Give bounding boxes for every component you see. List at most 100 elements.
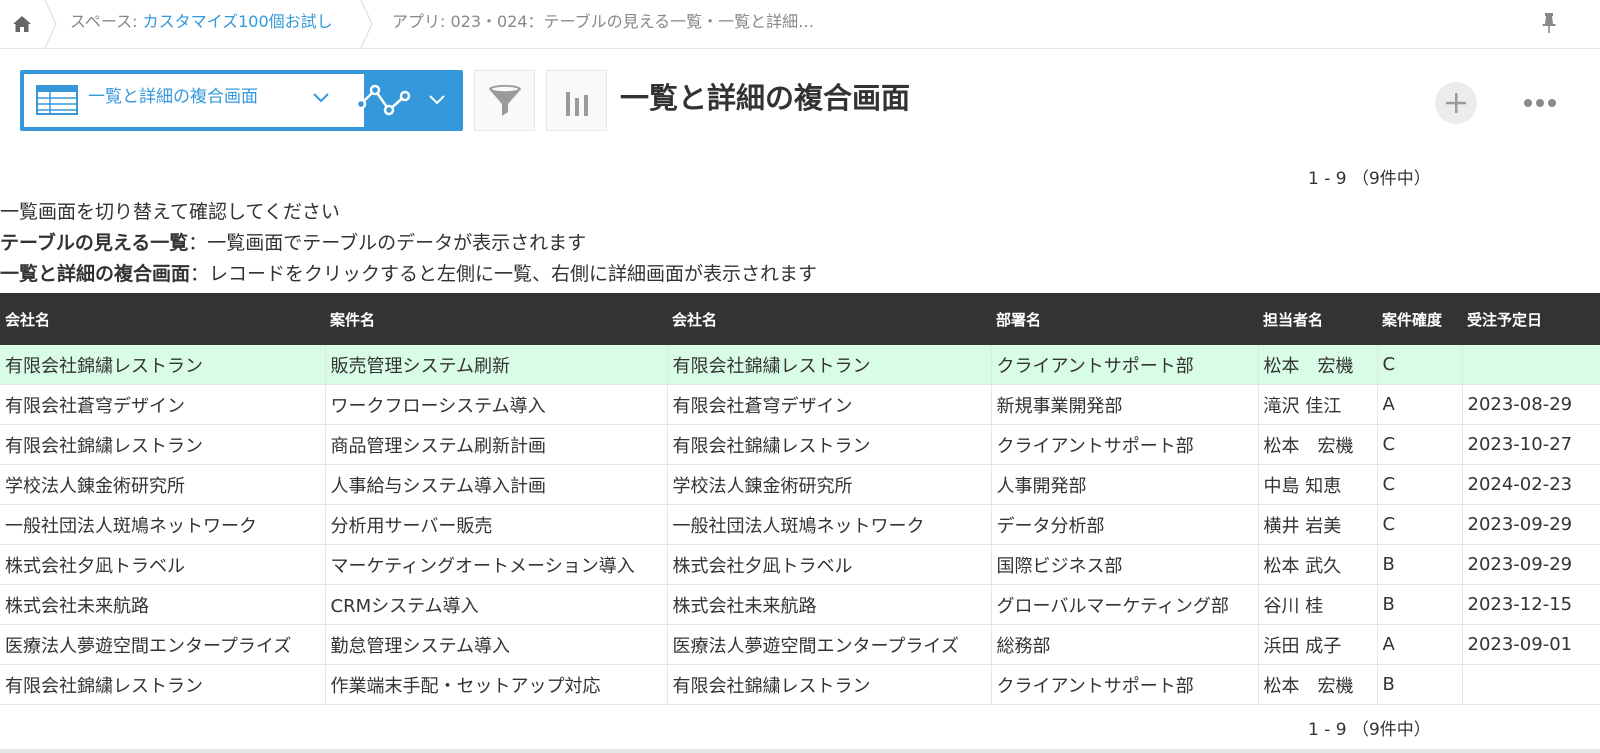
table-cell: 横井 岩美 [1258,504,1378,545]
table-cell: B [1377,664,1463,705]
table-row[interactable]: 一般社団法人斑鳩ネットワーク 分析用サーバー販売 一般社団法人斑鳩ネットワーク … [0,504,1600,545]
filter-button[interactable] [474,70,535,131]
breadcrumb-separator [360,0,373,48]
column-header-certainty[interactable]: 案件確度 [1377,293,1462,345]
more-icon [1524,99,1556,107]
table-row[interactable]: 有限会社錦繍レストラン 販売管理システム刷新 有限会社錦繍レストラン クライアン… [0,345,1600,385]
table-cell: ワークフローシステム導入 [325,384,668,425]
table-cell: 株式会社夕凪トラベル [0,544,326,585]
table-cell: 松本 宏機 [1258,664,1378,705]
table-cell: 有限会社錦繍レストラン [667,345,992,385]
table-view-icon [36,85,78,115]
table-cell: 有限会社錦繍レストラン [0,424,326,465]
column-header-order-date[interactable]: 受注予定日 [1462,293,1600,345]
table-cell: 総務部 [991,624,1259,665]
table-cell: グローバルマーケティング部 [991,584,1259,625]
page-title: 一覧と詳細の複合画面 [620,81,911,115]
table-cell: 松本 宏機 [1258,424,1378,465]
breadcrumb-separator [44,0,57,48]
table-cell: 有限会社錦繍レストラン [0,345,326,385]
table-cell: 人事開発部 [991,464,1259,505]
table-cell: 一般社団法人斑鳩ネットワーク [667,504,992,545]
table-cell [1462,345,1600,385]
pager-total: （9件中） [1351,169,1431,189]
breadcrumb-space-link[interactable]: カスタマイズ100個お試し [143,12,333,31]
chevron-down-icon[interactable] [428,94,446,106]
table-cell: C [1377,345,1463,385]
table-cell: 松本 武久 [1258,544,1378,585]
graph-icon[interactable] [355,84,411,116]
description-text: ：一覧画面でテーブルのデータが表示されます [188,232,587,254]
table-cell: 2023-12-15 [1462,584,1600,625]
table-cell: B [1377,544,1463,585]
table-cell: クライアントサポート部 [991,664,1259,705]
table-row[interactable]: 学校法人錬金術研究所 人事給与システム導入計画 学校法人錬金術研究所 人事開発部… [0,464,1600,505]
table-row[interactable]: 株式会社夕凪トラベル マーケティングオートメーション導入 株式会社夕凪トラベル … [0,544,1600,585]
table-cell: 2023-09-29 [1462,544,1600,585]
table-cell: 一般社団法人斑鳩ネットワーク [0,504,326,545]
pin-icon [1542,13,1556,33]
table-cell: 株式会社未来航路 [0,584,326,625]
table-row[interactable]: 有限会社錦繍レストラン 商品管理システム刷新計画 有限会社錦繍レストラン クライ… [0,424,1600,465]
table-row[interactable]: 医療法人夢遊空間エンタープライズ 勤怠管理システム導入 医療法人夢遊空間エンター… [0,624,1600,665]
table-cell: クライアントサポート部 [991,345,1259,385]
pager-range: 1 - 9 [1308,169,1347,189]
table-cell: 有限会社蒼穹デザイン [0,384,326,425]
table-cell: 2023-09-29 [1462,504,1600,545]
home-icon [13,16,31,32]
table-cell: C [1377,504,1463,545]
add-record-button[interactable] [1435,82,1477,124]
table-cell: 医療法人夢遊空間エンタープライズ [0,624,326,665]
home-button[interactable] [0,0,44,48]
table-cell: 2023-10-27 [1462,424,1600,465]
breadcrumb: スペース: カスタマイズ100個お試し アプリ: 023・024：テーブルの見え… [0,0,1600,49]
pager-total: （9件中） [1351,720,1431,740]
column-header-project[interactable]: 案件名 [325,293,667,345]
table-cell: 有限会社錦繍レストラン [667,664,992,705]
chart-icon [565,91,588,116]
table-cell: 学校法人錬金術研究所 [0,464,326,505]
table-cell: A [1377,384,1463,425]
breadcrumb-space[interactable]: スペース: カスタマイズ100個お試し [70,0,333,48]
table-row[interactable]: 株式会社未来航路 CRMシステム導入 株式会社未来航路 グローバルマーケティング… [0,584,1600,625]
table-cell: 2024-02-23 [1462,464,1600,505]
table-cell: クライアントサポート部 [991,424,1259,465]
plus-icon [1446,93,1466,113]
column-header-person[interactable]: 担当者名 [1258,293,1377,345]
column-header-department[interactable]: 部署名 [991,293,1258,345]
view-selector: 一覧と詳細の複合画面 [20,70,463,131]
table-cell: マーケティングオートメーション導入 [325,544,668,585]
description-term: 一覧と詳細の複合画面 [0,263,191,285]
table-cell: 商品管理システム刷新計画 [325,424,668,465]
column-header-company[interactable]: 会社名 [0,293,325,345]
filter-icon [488,84,521,116]
table-cell: データ分析部 [991,504,1259,545]
more-options-button[interactable] [1518,88,1562,118]
table-header-row: 会社名 案件名 会社名 部署名 担当者名 案件確度 受注予定日 [0,293,1600,345]
table-row[interactable]: 有限会社錦繍レストラン 作業端末手配・セットアップ対応 有限会社錦繍レストラン … [0,664,1600,705]
table-cell: 国際ビジネス部 [991,544,1259,585]
table-cell: C [1377,464,1463,505]
table-cell: 谷川 桂 [1258,584,1378,625]
table-row[interactable]: 有限会社蒼穹デザイン ワークフローシステム導入 有限会社蒼穹デザイン 新規事業開… [0,384,1600,425]
graph-button[interactable] [546,70,607,131]
table-cell: 有限会社錦繍レストラン [0,664,326,705]
breadcrumb-space-prefix: スペース: [70,12,143,31]
record-list-table: 会社名 案件名 会社名 部署名 担当者名 案件確度 受注予定日 有限会社錦繍レス… [0,293,1600,705]
table-cell: 医療法人夢遊空間エンタープライズ [667,624,992,665]
table-cell: 勤怠管理システム導入 [325,624,668,665]
description-term: テーブルの見える一覧 [0,232,189,254]
description-line-3: 一覧と詳細の複合画面：レコードをクリックすると左側に一覧、右側に詳細画面が表示さ… [0,259,817,289]
pager-range: 1 - 9 [1308,720,1347,740]
table-cell: 学校法人錬金術研究所 [667,464,992,505]
table-cell: 株式会社未来航路 [667,584,992,625]
pin-button[interactable] [1538,10,1560,36]
table-cell: CRMシステム導入 [325,584,668,625]
table-cell: C [1377,424,1463,465]
table-cell: 有限会社錦繍レストラン [667,424,992,465]
column-header-company-2[interactable]: 会社名 [667,293,991,345]
pager-top: 1 - 9 （9件中） [1308,164,1431,189]
pager-bottom: 1 - 9 （9件中） [1308,715,1431,740]
table-cell: 新規事業開発部 [991,384,1259,425]
breadcrumb-app[interactable]: アプリ: 023・024：テーブルの見える一覧・一覧と詳細… [392,0,814,48]
